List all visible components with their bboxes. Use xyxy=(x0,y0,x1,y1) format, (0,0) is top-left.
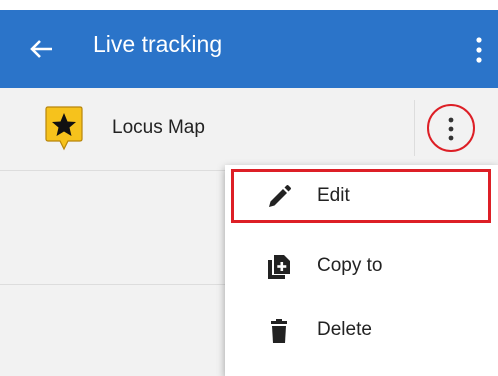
copy-add-icon xyxy=(268,255,290,279)
appbar-overflow-button[interactable] xyxy=(472,34,486,66)
menu-item-label: Delete xyxy=(317,319,372,340)
menu-item-label: Copy to xyxy=(317,255,383,276)
arrow-left-icon xyxy=(30,40,52,58)
row-divider xyxy=(414,100,415,156)
item-overflow-button[interactable] xyxy=(427,104,475,152)
page-title: Live tracking xyxy=(93,31,223,57)
context-menu: Edit Copy to Delete xyxy=(225,165,498,376)
menu-item-copy-to[interactable]: Copy to xyxy=(225,235,498,299)
menu-item-delete[interactable]: Delete xyxy=(225,299,498,363)
menu-item-label: Edit xyxy=(317,185,350,206)
more-vert-icon xyxy=(448,117,454,141)
pencil-icon xyxy=(269,185,291,207)
more-vert-icon xyxy=(476,37,482,63)
app-bar: Live tracking xyxy=(0,10,498,88)
caption-strip xyxy=(0,0,498,10)
trash-icon xyxy=(271,319,287,343)
back-button[interactable] xyxy=(26,32,62,66)
star-marker-icon xyxy=(44,105,84,153)
list-item-label: Locus Map xyxy=(112,117,205,138)
menu-item-edit[interactable]: Edit xyxy=(225,165,498,229)
list-item[interactable]: Locus Map xyxy=(0,88,498,171)
